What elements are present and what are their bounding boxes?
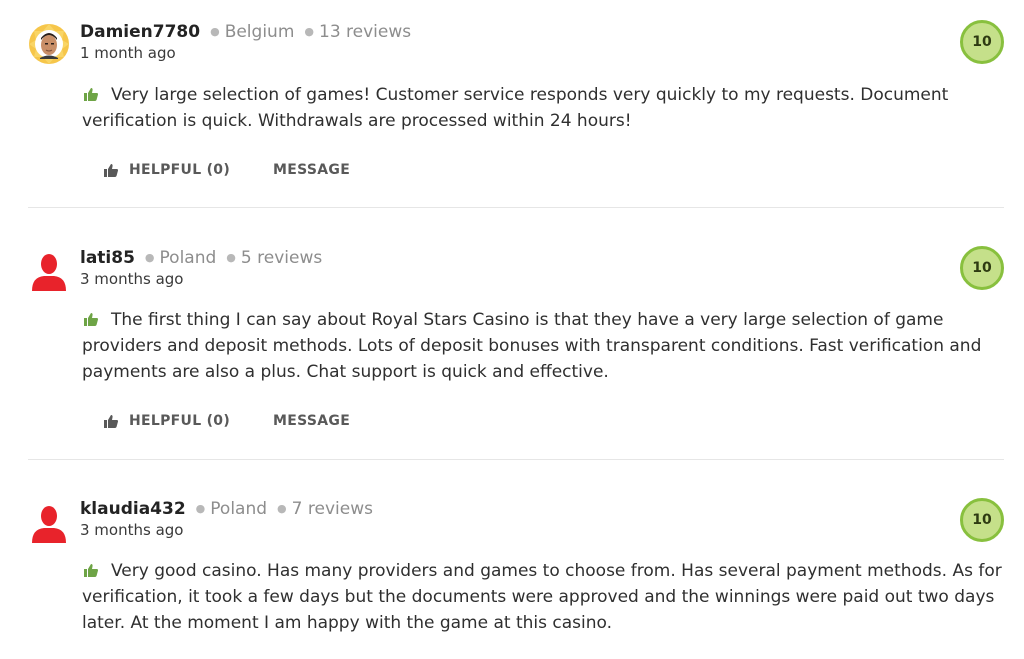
country: Poland	[210, 499, 268, 519]
thumbs-up-icon	[84, 313, 98, 326]
country: Belgium	[224, 22, 295, 42]
username[interactable]: lati85	[80, 248, 135, 268]
separator-dot: ●	[304, 25, 314, 38]
username[interactable]: Damien7780	[80, 22, 200, 42]
helpful-label: HELPFUL (0)	[129, 413, 231, 429]
review-date: 3 months ago	[80, 270, 184, 288]
review-actions: HELPFUL (0) MESSAGE	[104, 413, 350, 429]
user-avatar[interactable]	[28, 23, 70, 65]
review-count: 13 reviews	[319, 22, 412, 42]
review-item: klaudia432 ● Poland ● 7 reviews 3 months…	[28, 461, 1004, 659]
separator-dot: ●	[277, 502, 287, 515]
review-text-content: The first thing I can say about Royal St…	[82, 310, 982, 382]
separator-dot: ●	[226, 251, 236, 264]
review-header: klaudia432 ● Poland ● 7 reviews 3 months…	[80, 499, 373, 539]
separator-dot: ●	[195, 502, 206, 515]
review-count: 5 reviews	[240, 248, 323, 268]
review-date: 1 month ago	[80, 44, 176, 62]
message-label: MESSAGE	[273, 162, 351, 178]
review-actions: HELPFUL (0) MESSAGE	[104, 162, 350, 178]
message-button[interactable]: MESSAGE	[273, 162, 350, 178]
thumbs-up-icon	[104, 414, 118, 428]
thumbs-up-icon	[84, 88, 98, 101]
review-header: lati85 ● Poland ● 5 reviews 3 months ago	[80, 248, 322, 288]
user-avatar[interactable]	[28, 250, 70, 292]
review-item: lati85 ● Poland ● 5 reviews 3 months ago…	[28, 209, 1004, 460]
score-badge: 10	[960, 20, 1004, 64]
message-button[interactable]: MESSAGE	[273, 413, 350, 429]
separator-dot: ●	[210, 25, 220, 38]
helpful-label: HELPFUL (0)	[129, 162, 231, 178]
thumbs-up-icon	[104, 163, 118, 177]
review-header: Damien7780 ● Belgium ● 13 reviews 1 mont…	[80, 22, 411, 62]
default-user-icon	[32, 254, 66, 291]
review-text: Very good casino. Has many providers and…	[82, 558, 1004, 636]
thumbs-up-icon	[84, 564, 98, 577]
review-count: 7 reviews	[291, 499, 373, 519]
review-text-content: Very large selection of games! Customer …	[82, 85, 949, 131]
user-avatar[interactable]	[28, 502, 70, 544]
message-label: MESSAGE	[273, 413, 351, 429]
separator-dot: ●	[144, 251, 155, 264]
review-text-content: Very good casino. Has many providers and…	[82, 561, 1002, 633]
review-date: 3 months ago	[80, 521, 184, 539]
review-text: The first thing I can say about Royal St…	[82, 307, 1004, 385]
score-badge: 10	[960, 498, 1004, 542]
username[interactable]: klaudia432	[80, 499, 186, 519]
score-badge: 10	[960, 246, 1004, 290]
review-text: Very large selection of games! Customer …	[82, 82, 1004, 134]
helpful-button[interactable]: HELPFUL (0)	[104, 162, 230, 178]
helpful-button[interactable]: HELPFUL (0)	[104, 413, 230, 429]
country: Poland	[159, 248, 217, 268]
review-item: Damien7780 ● Belgium ● 13 reviews 1 mont…	[28, 0, 1004, 208]
default-user-icon	[32, 506, 66, 543]
